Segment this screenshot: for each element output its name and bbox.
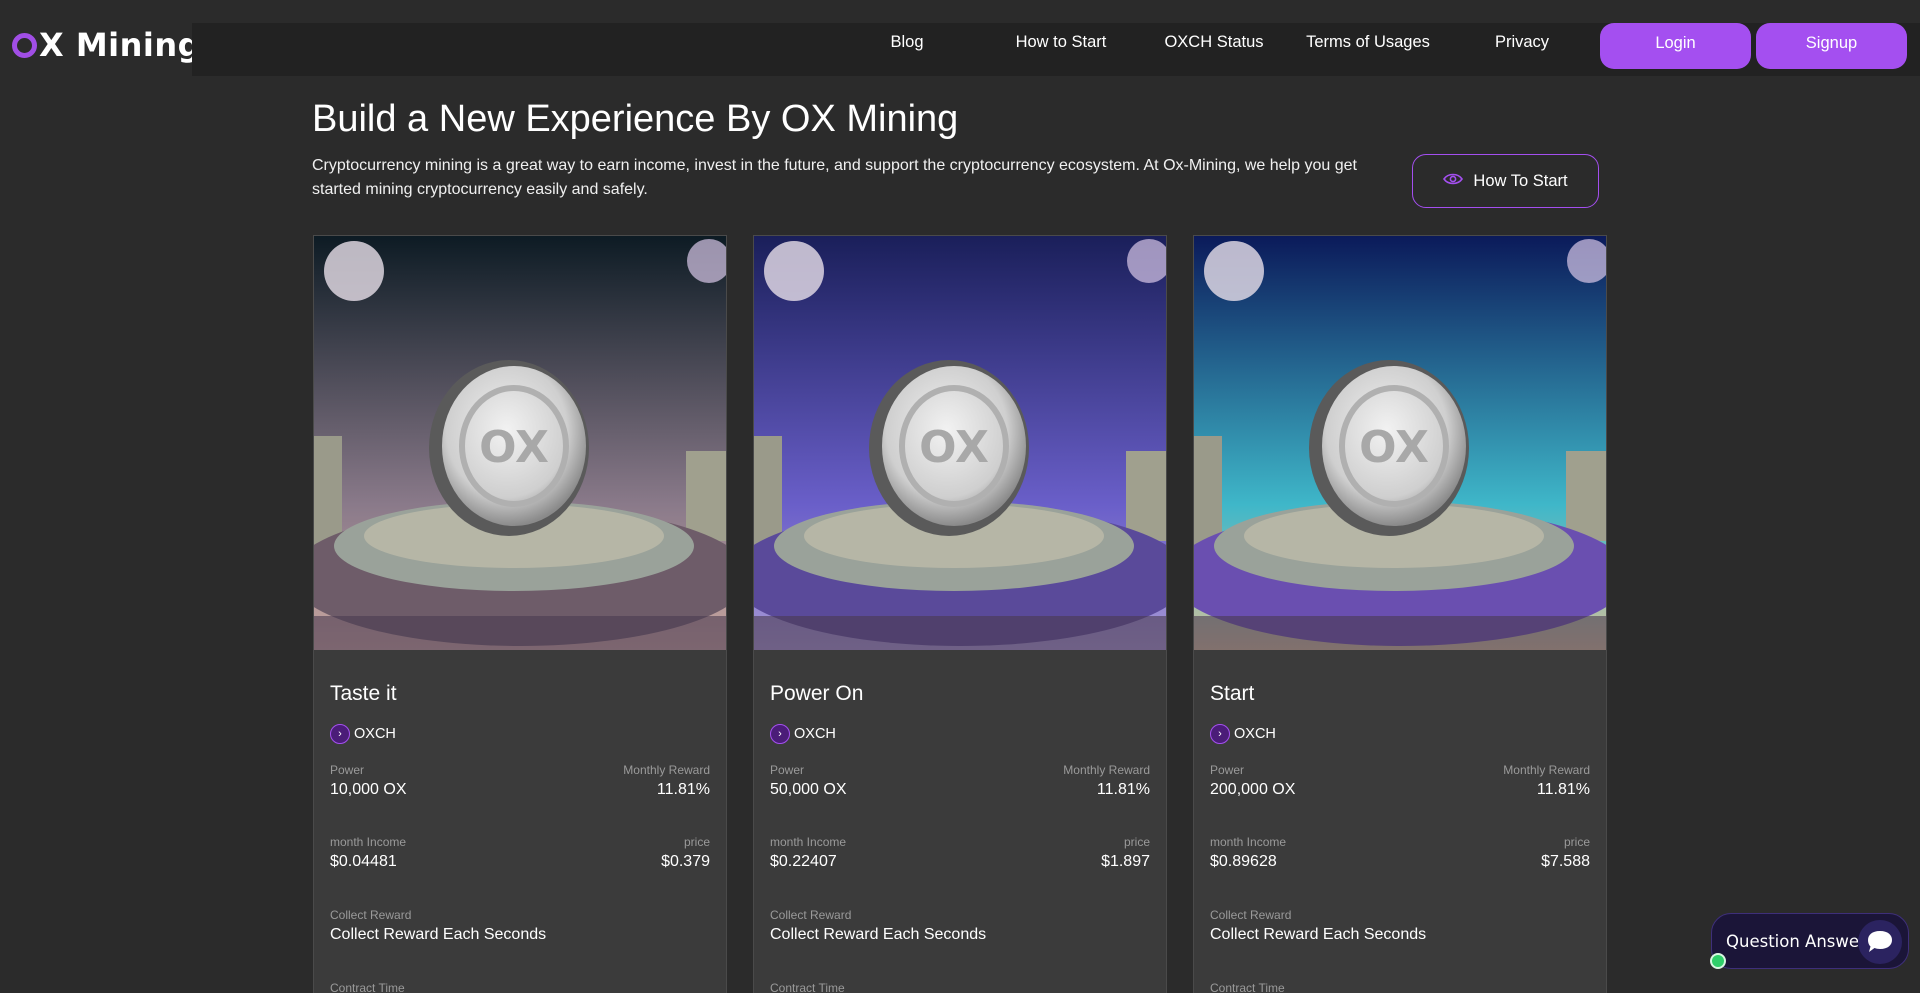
price-value: $7.588 — [1541, 853, 1590, 870]
power-label: Power — [330, 763, 365, 777]
monthly-reward-label: Monthly Reward — [1503, 763, 1590, 777]
oxch-coin-icon: › — [770, 724, 790, 744]
month-income-value: $0.22407 — [770, 853, 837, 870]
power-value: 50,000 OX — [770, 781, 847, 798]
plan-card[interactable]: OX Start › OXCH Power 200,000 OX Monthly… — [1193, 235, 1607, 993]
coin-illustration: OX — [314, 236, 726, 650]
coin-row: › OXCH — [330, 724, 396, 744]
card-title: Taste it — [330, 682, 397, 705]
collect-reward-label: Collect Reward — [1210, 908, 1292, 922]
question-answer-widget[interactable]: Question Answer — [1711, 913, 1909, 969]
collect-reward-value: Collect Reward Each Seconds — [330, 926, 547, 943]
hero-description: Cryptocurrency mining is a great way to … — [312, 157, 1357, 198]
nav-blog[interactable]: Blog — [832, 33, 982, 52]
collect-reward-value: Collect Reward Each Seconds — [770, 926, 987, 943]
power-value: 200,000 OX — [1210, 781, 1296, 798]
oxch-coin-icon: › — [1210, 724, 1230, 744]
plan-card[interactable]: OX Taste it › OXCH Power 10,000 OX Month… — [313, 235, 727, 993]
online-status-dot — [1710, 953, 1726, 969]
month-income-label: month Income — [330, 835, 407, 849]
month-income-label: month Income — [770, 835, 847, 849]
price-value: $1.897 — [1101, 853, 1150, 870]
price-value: $0.379 — [661, 853, 710, 870]
coin-name: OXCH — [794, 726, 836, 742]
oxch-coin-icon: › — [330, 724, 350, 744]
nav-oxch-status[interactable]: OXCH Status — [1139, 33, 1289, 52]
contract-time-label: Contract Time — [330, 981, 405, 993]
monthly-reward-value: 11.81% — [656, 781, 710, 798]
how-to-start-button[interactable]: How To Start — [1412, 154, 1599, 208]
svg-text:OX: OX — [1359, 422, 1429, 473]
logo[interactable]: X Mining — [12, 26, 201, 64]
card-title: Start — [1210, 682, 1255, 705]
logo-text: X Mining — [39, 26, 202, 64]
nav-privacy[interactable]: Privacy — [1447, 33, 1597, 52]
month-income-label: month Income — [1210, 835, 1287, 849]
signup-button[interactable]: Signup — [1756, 23, 1907, 69]
nav-how-to-start[interactable]: How to Start — [986, 33, 1136, 52]
power-label: Power — [1210, 763, 1245, 777]
collect-reward-label: Collect Reward — [330, 908, 412, 922]
collect-reward-label: Collect Reward — [770, 908, 852, 922]
svg-text:OX: OX — [919, 422, 989, 473]
month-income-value: $0.04481 — [330, 853, 397, 870]
price-label: price — [1123, 835, 1150, 849]
monthly-reward-label: Monthly Reward — [1063, 763, 1150, 777]
card-title: Power On — [770, 682, 864, 705]
chat-label: Question Answer — [1726, 931, 1866, 951]
logo-o-icon — [12, 32, 37, 58]
coin-illustration: OX — [1194, 236, 1606, 650]
coin-illustration: OX — [754, 236, 1166, 650]
how-to-start-label: How To Start — [1473, 171, 1568, 190]
contract-time-label: Contract Time — [1210, 981, 1285, 993]
login-button[interactable]: Login — [1600, 23, 1751, 69]
price-label: price — [1563, 835, 1590, 849]
page-title: Build a New Experience By OX Mining — [312, 98, 959, 140]
svg-text:OX: OX — [479, 422, 549, 473]
monthly-reward-value: 11.81% — [1096, 781, 1150, 798]
nav-terms-of-usages[interactable]: Terms of Usages — [1293, 33, 1443, 52]
monthly-reward-value: 11.81% — [1536, 781, 1590, 798]
coin-row: › OXCH — [1210, 724, 1276, 744]
collect-reward-value: Collect Reward Each Seconds — [1210, 926, 1427, 943]
chat-bubble-icon[interactable] — [1858, 920, 1902, 964]
power-label: Power — [770, 763, 805, 777]
plan-card[interactable]: OX Power On › OXCH Power 50,000 OX Month… — [753, 235, 1167, 993]
coin-name: OXCH — [354, 726, 396, 742]
month-income-value: $0.89628 — [1210, 853, 1277, 870]
price-label: price — [683, 835, 710, 849]
contract-time-label: Contract Time — [770, 981, 845, 993]
coin-row: › OXCH — [770, 724, 836, 744]
power-value: 10,000 OX — [330, 781, 407, 798]
eye-icon — [1443, 172, 1464, 191]
monthly-reward-label: Monthly Reward — [623, 763, 710, 777]
coin-name: OXCH — [1234, 726, 1276, 742]
